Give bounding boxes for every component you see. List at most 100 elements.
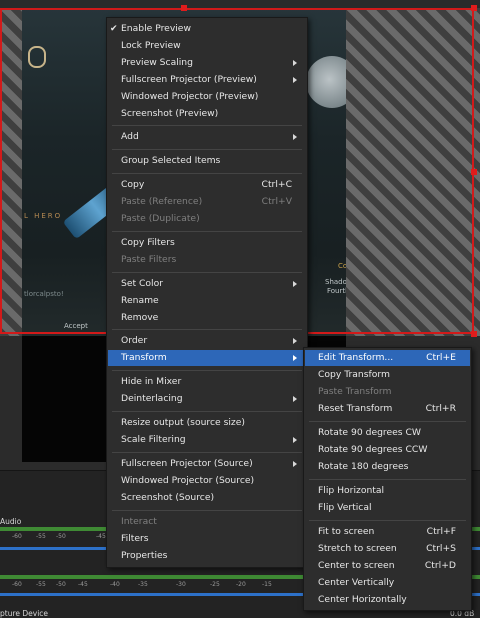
menu-item-label: Scale Filtering <box>121 434 186 445</box>
menu-item-label: Rotate 180 degrees <box>318 461 409 472</box>
menu-item-label: Paste Transform <box>318 386 392 397</box>
menu-item-center-to-screen[interactable]: Center to screen Ctrl+D <box>305 558 470 574</box>
menu-item-label: Center Horizontally <box>318 594 407 605</box>
menu-item-shortcut: Ctrl+F <box>426 526 456 537</box>
menu-item-label: Properties <box>121 550 168 561</box>
menu-item-label: Interact <box>121 516 157 527</box>
resize-handle-right[interactable] <box>471 169 477 175</box>
menu-item-label: Fullscreen Projector (Preview) <box>121 74 257 85</box>
menu-item-label: Center to screen <box>318 560 395 571</box>
transform-submenu: Edit Transform... Ctrl+E Copy Transform Pas… <box>303 347 472 611</box>
menu-item-order[interactable]: Order <box>108 333 306 349</box>
menu-item-remove[interactable]: Remove <box>108 310 306 326</box>
menu-item-screenshot-source[interactable]: Screenshot (Source) <box>108 490 306 506</box>
menu-item-shortcut: Ctrl+S <box>426 543 456 554</box>
resize-handle-bottom-right[interactable] <box>471 331 477 337</box>
menu-item-windowed-projector-preview[interactable]: Windowed Projector (Preview) <box>108 89 306 105</box>
submenu-arrow-icon <box>293 461 297 467</box>
menu-item-rotate-180-degrees[interactable]: Rotate 180 degrees <box>305 459 470 475</box>
source-overflow-stripes-right <box>346 8 480 336</box>
menu-item-add[interactable]: Add <box>108 129 306 145</box>
resize-handle-top-right[interactable] <box>471 5 477 11</box>
menu-separator <box>112 411 302 412</box>
menu-item-label: Edit Transform... <box>318 352 394 363</box>
menu-item-label: Windowed Projector (Preview) <box>121 91 259 102</box>
menu-separator <box>309 520 466 521</box>
menu-item-hide-in-mixer[interactable]: Hide in Mixer <box>108 374 306 390</box>
menu-item-set-color[interactable]: Set Color <box>108 276 306 292</box>
menu-item-label: Rotate 90 degrees CCW <box>318 444 428 455</box>
menu-item-shortcut: Ctrl+R <box>425 403 456 414</box>
submenu-arrow-icon <box>293 281 297 287</box>
menu-item-label: Paste Filters <box>121 254 177 265</box>
menu-item-label: Screenshot (Preview) <box>121 108 219 119</box>
menu-item-edit-transform[interactable]: Edit Transform... Ctrl+E <box>305 350 470 366</box>
submenu-arrow-icon <box>293 134 297 140</box>
menu-item-shortcut: Ctrl+C <box>261 179 292 190</box>
context-menu: ✔ Enable Preview Lock Preview Preview Scali… <box>106 17 308 568</box>
menu-separator <box>112 370 302 371</box>
menu-item-label: Copy Filters <box>121 237 175 248</box>
menu-item-shortcut: Ctrl+E <box>426 352 456 363</box>
menu-item-label: Add <box>121 131 139 142</box>
menu-item-transform[interactable]: Transform <box>108 350 306 366</box>
menu-item-windowed-projector-source[interactable]: Windowed Projector (Source) <box>108 473 306 489</box>
menu-item-rotate-90-degrees-ccw[interactable]: Rotate 90 degrees CCW <box>305 442 470 458</box>
menu-item-label: Fullscreen Projector (Source) <box>121 458 253 469</box>
menu-item-resize-output-source-size[interactable]: Resize output (source size) <box>108 415 306 431</box>
menu-item-center-horizontally[interactable]: Center Horizontally <box>305 592 470 608</box>
menu-separator <box>112 125 302 126</box>
menu-item-label: Center Vertically <box>318 577 395 588</box>
menu-item-filters[interactable]: Filters <box>108 531 306 547</box>
menu-item-copy[interactable]: Copy Ctrl+C <box>108 177 306 193</box>
menu-item-label: Resize output (source size) <box>121 417 245 428</box>
menu-item-label: Preview Scaling <box>121 57 193 68</box>
menu-item-label: Copy Transform <box>318 369 390 380</box>
menu-item-properties[interactable]: Properties <box>108 548 306 564</box>
menu-item-enable-preview[interactable]: ✔ Enable Preview <box>108 21 306 37</box>
menu-item-fullscreen-projector-source[interactable]: Fullscreen Projector (Source) <box>108 456 306 472</box>
menu-item-label: Lock Preview <box>121 40 181 51</box>
menu-item-copy-filters[interactable]: Copy Filters <box>108 235 306 251</box>
menu-item-label: Stretch to screen <box>318 543 397 554</box>
menu-item-center-vertically[interactable]: Center Vertically <box>305 575 470 591</box>
menu-item-fullscreen-projector-preview[interactable]: Fullscreen Projector (Preview) <box>108 72 306 88</box>
menu-item-flip-vertical[interactable]: Flip Vertical <box>305 500 470 516</box>
submenu-arrow-icon <box>293 355 297 361</box>
menu-item-copy-transform[interactable]: Copy Transform <box>305 367 470 383</box>
game-text-fourth: Fourth <box>327 287 346 295</box>
menu-item-label: Windowed Projector (Source) <box>121 475 255 486</box>
menu-separator <box>112 149 302 150</box>
menu-item-rename[interactable]: Rename <box>108 293 306 309</box>
menu-item-preview-scaling[interactable]: Preview Scaling <box>108 55 306 71</box>
menu-item-fit-to-screen[interactable]: Fit to screen Ctrl+F <box>305 524 470 540</box>
menu-item-label: Flip Horizontal <box>318 485 385 496</box>
game-text-hero: L HERO <box>24 212 63 220</box>
menu-item-screenshot-preview[interactable]: Screenshot (Preview) <box>108 106 306 122</box>
menu-item-stretch-to-screen[interactable]: Stretch to screen Ctrl+S <box>305 541 470 557</box>
menu-item-label: Paste (Reference) <box>121 196 203 207</box>
menu-item-rotate-90-degrees-cw[interactable]: Rotate 90 degrees CW <box>305 425 470 441</box>
submenu-arrow-icon <box>293 437 297 443</box>
menu-item-label: Reset Transform <box>318 403 393 414</box>
menu-separator <box>112 510 302 511</box>
game-text-accept: Accept <box>64 322 88 330</box>
menu-item-shortcut: Ctrl+V <box>261 196 292 207</box>
menu-item-lock-preview[interactable]: Lock Preview <box>108 38 306 54</box>
submenu-arrow-icon <box>293 396 297 402</box>
menu-item-label: Fit to screen <box>318 526 375 537</box>
menu-item-deinterlacing[interactable]: Deinterlacing <box>108 391 306 407</box>
menu-item-scale-filtering[interactable]: Scale Filtering <box>108 432 306 448</box>
menu-item-label: Order <box>121 335 148 346</box>
menu-item-group-selected-items[interactable]: Group Selected Items <box>108 153 306 169</box>
source-overflow-stripes-left <box>0 8 22 336</box>
resize-handle-top[interactable] <box>181 5 187 11</box>
game-text-co: Co <box>338 262 346 270</box>
menu-item-flip-horizontal[interactable]: Flip Horizontal <box>305 483 470 499</box>
menu-item-label: Copy <box>121 179 145 190</box>
submenu-arrow-icon <box>293 60 297 66</box>
moon-graphic <box>306 56 346 108</box>
menu-item-shortcut: Ctrl+D <box>424 560 456 571</box>
menu-item-reset-transform[interactable]: Reset Transform Ctrl+R <box>305 401 470 417</box>
menu-item-paste-reference: Paste (Reference) Ctrl+V <box>108 194 306 210</box>
